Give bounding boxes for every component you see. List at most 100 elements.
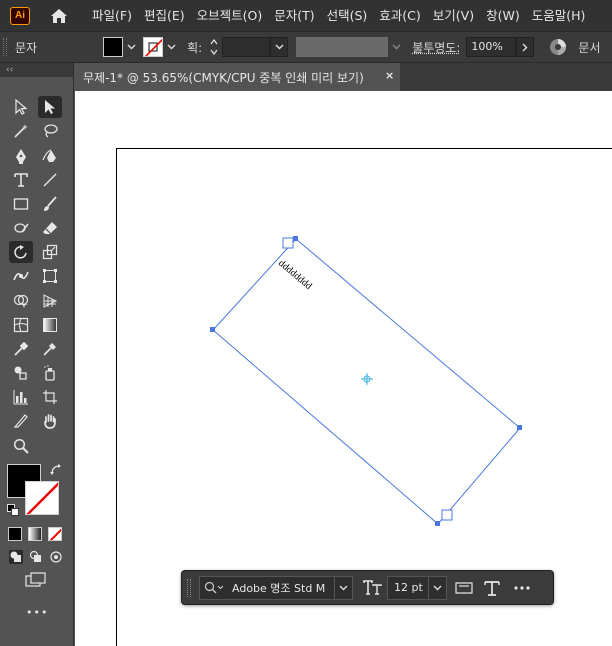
font-size-icon [363, 578, 383, 598]
menu-help[interactable]: 도움말(H) [526, 0, 592, 31]
close-icon[interactable]: × [385, 69, 394, 82]
control-bar: 문자 획: 불투명도: 100% 문서 [0, 31, 612, 63]
menu-edit[interactable]: 편집(E) [138, 0, 191, 31]
chevron-down-icon[interactable] [428, 577, 446, 599]
width-tool-icon[interactable] [9, 265, 33, 287]
tools-panel-header: ‹‹ [0, 63, 73, 77]
draw-behind-icon[interactable] [28, 549, 44, 568]
gradient-mode-button[interactable] [28, 527, 42, 541]
collapse-panel-button[interactable]: ‹‹ [6, 63, 13, 77]
canvas[interactable]: dddddddd [75, 91, 612, 646]
more-options-icon[interactable] [511, 577, 533, 599]
area-text-content[interactable]: dddddddd [276, 258, 314, 292]
brush-definition-field[interactable] [296, 37, 388, 57]
blend-tool-icon[interactable] [9, 338, 33, 360]
menu-select[interactable]: 선택(S) [321, 0, 374, 31]
column-graph-icon[interactable] [9, 386, 33, 408]
screen-mode-icon[interactable] [25, 572, 47, 591]
eyedropper-icon[interactable] [38, 338, 62, 360]
center-point-icon [361, 373, 373, 385]
opacity-input[interactable]: 100% [466, 37, 516, 57]
gradient-tool-icon[interactable] [38, 314, 62, 336]
shaper-icon[interactable] [9, 217, 33, 239]
menu-view[interactable]: 보기(V) [427, 0, 480, 31]
paintbrush-icon[interactable] [38, 193, 62, 215]
document-tab[interactable]: 무제-1* @ 53.65%(CMYK/CPU 중복 인쇄 미리 보기) × [75, 63, 400, 91]
artboard-tool-icon[interactable] [38, 386, 62, 408]
paragraph-align-icon[interactable] [453, 577, 475, 599]
stroke-weight-input[interactable] [222, 37, 270, 57]
recolor-artwork-icon[interactable] [548, 37, 568, 57]
mesh-tool-icon[interactable] [9, 314, 33, 336]
search-icon [204, 581, 226, 595]
menu-window[interactable]: 창(W) [480, 0, 526, 31]
font-size-value: 12 pt [394, 581, 423, 594]
eraser-icon[interactable] [38, 217, 62, 239]
chevron-down-icon[interactable] [123, 37, 139, 57]
chevron-down-icon[interactable] [270, 37, 288, 57]
menu-object[interactable]: 오브젝트(O) [191, 0, 269, 31]
corner-handle[interactable] [210, 327, 215, 332]
menu-effect[interactable]: 효과(C) [373, 0, 426, 31]
curvature-icon[interactable] [38, 145, 62, 167]
selection-tool-icon[interactable] [9, 96, 33, 118]
scale-tool-icon[interactable] [38, 241, 62, 263]
document-setup-label[interactable]: 문서 [578, 39, 600, 56]
menu-type[interactable]: 문자(T) [268, 0, 320, 31]
selection-type-label: 문자 [15, 39, 37, 56]
out-port-icon[interactable] [442, 510, 452, 520]
corner-handle[interactable] [435, 521, 440, 526]
zoom-icon[interactable] [9, 435, 33, 457]
rotate-tool-icon[interactable] [9, 241, 33, 263]
draw-normal-icon[interactable] [8, 549, 24, 568]
chevron-down-icon[interactable] [334, 577, 352, 599]
default-colors-icon[interactable] [7, 504, 19, 519]
swap-fill-stroke-icon[interactable] [49, 463, 63, 480]
chevron-right-icon[interactable] [516, 37, 534, 57]
document-tab-bar: 무제-1* @ 53.65%(CMYK/CPU 중복 인쇄 미리 보기) × [75, 63, 612, 91]
chevron-down-icon[interactable] [388, 37, 404, 57]
corner-handle[interactable] [293, 236, 298, 241]
menu-bar: Ai 파일(F) 편집(E) 오브젝트(O) 문자(T) 선택(S) 효과(C)… [0, 0, 612, 31]
corner-handle[interactable] [517, 425, 522, 430]
symbol-sprayer-icon[interactable] [38, 362, 62, 384]
shape-builder-icon[interactable] [9, 290, 33, 312]
font-family-value: Adobe 명조 Std M [232, 580, 325, 596]
lasso-icon[interactable] [38, 120, 62, 142]
free-transform-icon[interactable] [38, 265, 62, 287]
font-family-field[interactable]: Adobe 명조 Std M [199, 576, 353, 600]
direct-selection-tool-icon[interactable] [38, 96, 62, 118]
menu-file[interactable]: 파일(F) [86, 0, 138, 31]
stroke-weight-label: 획: [187, 39, 202, 56]
none-mode-button[interactable] [48, 527, 62, 541]
fill-swatch[interactable] [103, 37, 123, 57]
character-options-icon[interactable] [481, 577, 503, 599]
task-bar-grip[interactable] [187, 579, 191, 597]
pen-icon[interactable] [9, 145, 33, 167]
line-tool-icon[interactable] [38, 169, 62, 191]
hand-icon[interactable] [38, 410, 62, 432]
control-bar-grip[interactable] [3, 38, 7, 56]
font-size-field[interactable]: 12 pt [387, 576, 447, 600]
magic-wand-icon[interactable] [9, 120, 33, 142]
stroke-stepper[interactable] [206, 36, 222, 58]
rectangle-tool-icon[interactable] [9, 193, 33, 215]
stroke-color-swatch[interactable] [25, 481, 59, 515]
stroke-swatch[interactable] [143, 37, 163, 57]
app-logo: Ai [10, 7, 30, 25]
type-tool-icon[interactable] [9, 169, 33, 191]
contextual-task-bar: Adobe 명조 Std M 12 pt [181, 570, 554, 605]
home-icon[interactable] [48, 5, 70, 27]
selection-overlay: dddddddd [75, 91, 612, 646]
tools-panel: ‹‹ ••• [0, 63, 74, 646]
document-tab-title: 무제-1* @ 53.65%(CMYK/CPU 중복 인쇄 미리 보기) [83, 69, 364, 86]
in-port-icon[interactable] [283, 238, 293, 248]
edit-toolbar-button[interactable]: ••• [26, 606, 48, 619]
slice-tool-icon[interactable] [9, 410, 33, 432]
chevron-down-icon[interactable] [163, 37, 179, 57]
perspective-grid-icon[interactable] [38, 290, 62, 312]
draw-inside-icon[interactable] [48, 549, 64, 568]
live-paint-bucket-icon[interactable] [9, 362, 33, 384]
opacity-label[interactable]: 불투명도: [412, 39, 460, 56]
color-mode-button[interactable] [8, 527, 22, 541]
